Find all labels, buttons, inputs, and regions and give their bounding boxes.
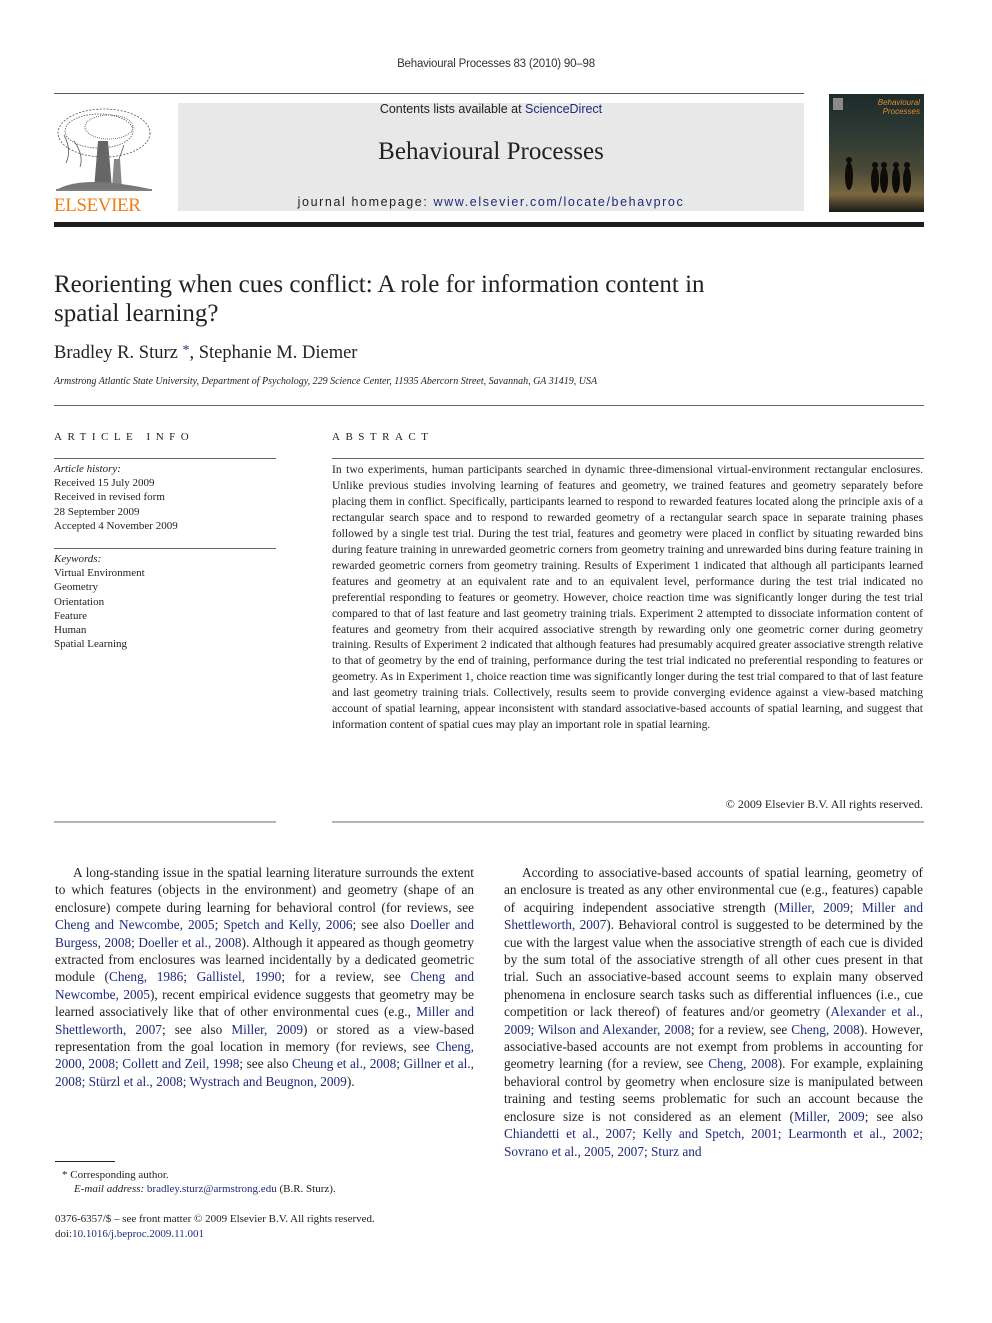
doi-prefix: doi:	[55, 1227, 73, 1240]
tree-icon	[56, 108, 152, 191]
author-separator: ,	[189, 343, 199, 363]
keyword-item: Spatial Learning	[54, 638, 128, 651]
author-name[interactable]: Stephanie M. Diemer	[199, 343, 358, 363]
affiliation: Armstrong Atlantic State University, Dep…	[54, 376, 598, 387]
body-text: ; see also	[161, 1021, 232, 1037]
footnote-label: Corresponding author.	[70, 1169, 169, 1181]
doi-link[interactable]: 10.1016/j.beproc.2009.11.001	[72, 1228, 204, 1240]
article-info-heading: ARTICLE INFO	[54, 431, 195, 443]
article-history: Article history: Received 15 July 2009 R…	[54, 462, 276, 533]
author-name[interactable]: Bradley R. Sturz	[54, 343, 178, 363]
history-item: Accepted 4 November 2009	[54, 519, 178, 532]
citation-link[interactable]: Cheng, 2008	[708, 1056, 777, 1071]
citation-link[interactable]: Chiandetti et al., 2007; Kelly and Spetc…	[504, 1126, 923, 1158]
keyword-item: Virtual Environment	[54, 567, 145, 580]
citation-link[interactable]: Cheng and Newcombe, 2005; Spetch and Kel…	[55, 917, 353, 932]
citation-link[interactable]: Cheng, 2008	[791, 1022, 860, 1037]
info-bottom-rule	[54, 821, 276, 823]
body-text: ).	[346, 1073, 355, 1089]
running-head: Behavioural Processes 83 (2010) 90–98	[397, 58, 595, 70]
keyword-item: Feature	[54, 609, 87, 622]
front-matter: 0376-6357/$ – see front matter © 2009 El…	[55, 1212, 375, 1241]
email-label: E-mail address:	[74, 1183, 147, 1196]
body-text: ; see also	[239, 1056, 293, 1072]
body-column-right: According to associative-based accounts …	[504, 864, 923, 1160]
keyword-item: Orientation	[54, 595, 105, 608]
elsevier-wordmark: ELSEVIER	[54, 195, 141, 216]
history-label: Article history:	[54, 463, 121, 475]
body-column-left: A long-standing issue in the spatial lea…	[55, 864, 474, 1090]
abstract-rule	[332, 458, 924, 459]
keywords: Keywords: Virtual Environment Geometry O…	[54, 552, 276, 651]
header-heavy-rule	[54, 222, 924, 227]
body-text: ; for a review, see	[690, 1021, 792, 1037]
abstract-heading: ABSTRACT	[332, 431, 434, 443]
article-title: Reorienting when cues conflict: A role f…	[54, 271, 705, 327]
keyword-item: Geometry	[54, 581, 98, 594]
author-list: Bradley R. Sturz *, Stephanie M. Diemer	[54, 343, 357, 364]
history-item: 28 September 2009	[54, 505, 140, 518]
homepage-prefix: journal homepage:	[297, 195, 434, 209]
article-info-rule	[54, 458, 276, 459]
keywords-label: Keywords:	[54, 553, 102, 565]
meerkats-icon	[845, 157, 911, 193]
journal-title: Behavioural Processes	[378, 138, 604, 165]
abstract-bottom-rule	[332, 821, 924, 823]
history-item: Received in revised form	[54, 491, 165, 504]
footnote-marker: *	[62, 1169, 68, 1181]
journal-cover-image[interactable]: Behavioural Processes	[829, 94, 924, 212]
body-text: ; for a review, see	[281, 969, 411, 985]
keywords-rule	[54, 548, 276, 549]
footnote-rule	[55, 1161, 115, 1162]
header-rule	[54, 93, 804, 94]
journal-homepage: journal homepage: www.elsevier.com/locat…	[178, 195, 804, 209]
section-divider	[54, 405, 924, 406]
history-item: Received 15 July 2009	[54, 477, 155, 490]
body-text: ; see also	[352, 917, 410, 933]
body-text: ; see also	[864, 1108, 923, 1124]
sciencedirect-link[interactable]: ScienceDirect	[525, 102, 602, 116]
body-text: A long-standing issue in the spatial lea…	[55, 865, 474, 915]
issn-line: 0376-6357/$ – see front matter © 2009 El…	[55, 1213, 375, 1225]
keyword-item: Human	[54, 624, 87, 637]
author-email-link[interactable]: bradley.sturz@armstrong.edu	[147, 1183, 277, 1195]
abstract-copyright: © 2009 Elsevier B.V. All rights reserved…	[725, 797, 923, 811]
contents-prefix: Contents lists available at	[379, 102, 526, 116]
corresponding-author-footnote: * Corresponding author. E-mail address: …	[62, 1168, 336, 1197]
citation-link[interactable]: Miller, 2009	[231, 1022, 303, 1037]
abstract-text: In two experiments, human participants s…	[332, 463, 923, 732]
email-suffix: (B.R. Sturz).	[276, 1183, 336, 1196]
contents-line: Contents lists available at ScienceDirec…	[178, 102, 804, 116]
homepage-link[interactable]: www.elsevier.com/locate/behavproc	[434, 195, 685, 209]
citation-link[interactable]: Miller, 2009	[794, 1109, 865, 1124]
citation-link[interactable]: Cheng, 1986; Gallistel, 1990	[109, 969, 281, 984]
